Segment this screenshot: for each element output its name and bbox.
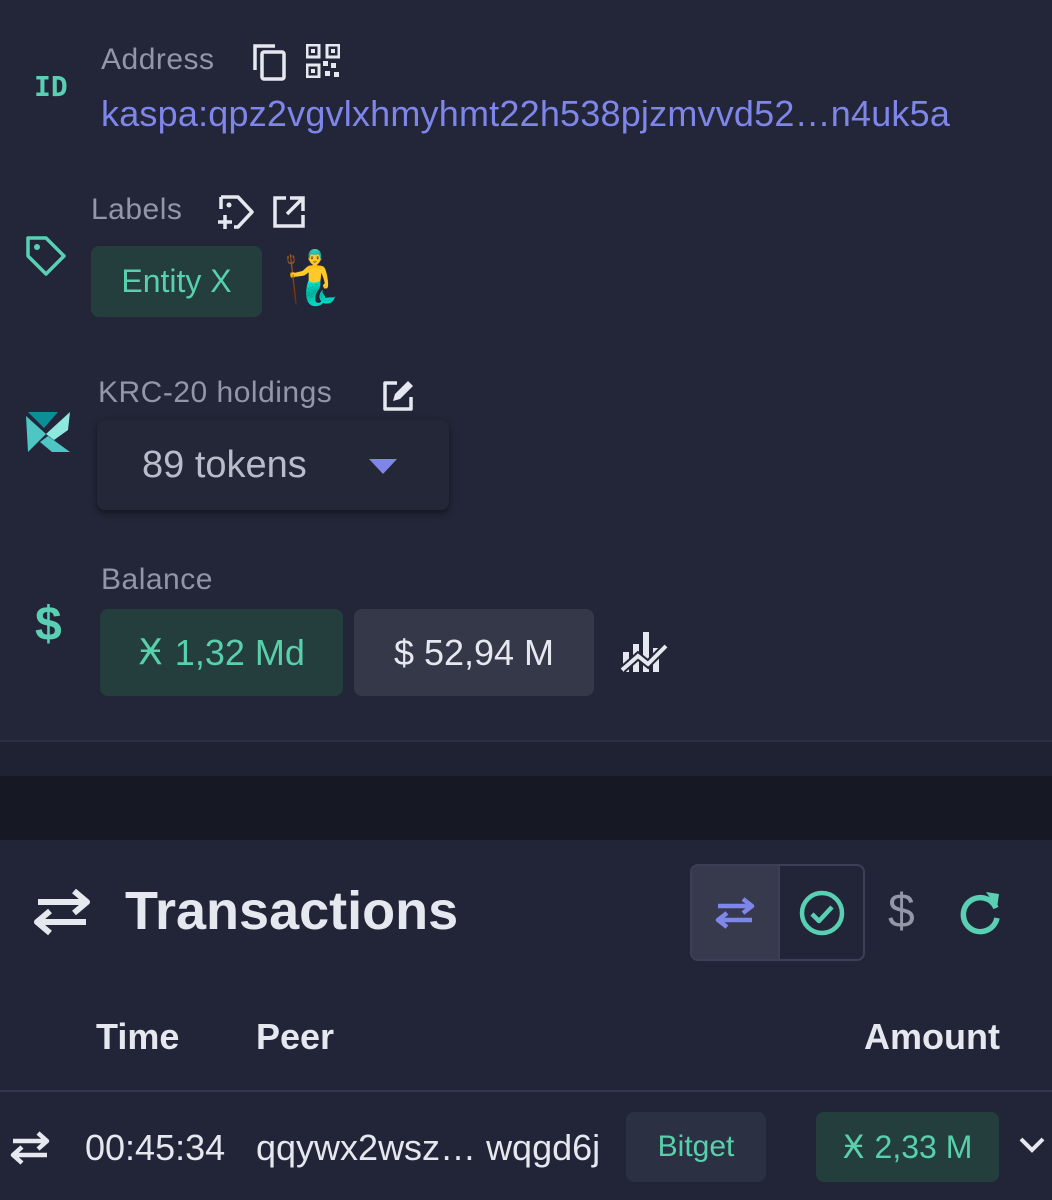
- krc20-tokens-value: 89 tokens: [142, 443, 307, 486]
- balance-usd-value: $ 52,94 M: [393, 631, 555, 673]
- address-value[interactable]: kaspa:qpz2vgvlxhmyhmt22h538pjzmvvd52…n4u…: [101, 93, 950, 135]
- copy-icon[interactable]: [251, 42, 289, 87]
- chevron-down-icon[interactable]: [1018, 1136, 1046, 1159]
- transfer-icon: [715, 896, 755, 929]
- peer-tag-chip[interactable]: Bitget: [626, 1112, 766, 1182]
- section-gap: [0, 776, 1052, 840]
- filter-transfers-button[interactable]: [692, 866, 778, 959]
- row-time: 00:45:34: [85, 1127, 226, 1168]
- open-external-icon[interactable]: [272, 195, 306, 234]
- check-circle-icon: [799, 890, 844, 935]
- currency-toggle-button[interactable]: $: [888, 884, 915, 939]
- row-peer-address[interactable]: qqywx2wsz… wqgd6j: [256, 1127, 600, 1169]
- table-row[interactable]: 00:45:34 qqywx2wsz… wqgd6j Bitget Ӿ 2,33…: [0, 1092, 1052, 1200]
- divider: [0, 740, 1052, 742]
- refresh-icon[interactable]: [956, 888, 1004, 941]
- dollar-icon: $: [35, 598, 62, 651]
- entity-label-text: Entity X: [121, 263, 232, 299]
- qr-code-icon[interactable]: [305, 43, 341, 83]
- peer-tag-text: Bitget: [657, 1130, 735, 1163]
- merman-emoji: 🧜‍♂️: [282, 249, 347, 307]
- caret-down-icon: [369, 459, 397, 480]
- transactions-title: Transactions: [125, 881, 459, 941]
- id-icon: ID: [34, 70, 68, 103]
- transfer-icon: [8, 1130, 52, 1171]
- edit-icon[interactable]: [381, 379, 415, 418]
- transfer-icon: [30, 887, 94, 942]
- labels-label: Labels: [91, 193, 183, 226]
- kas-symbol: Ӿ: [138, 632, 163, 673]
- amount-value: 2,33 M: [874, 1128, 973, 1165]
- balance-kas-value: 1,32 Md: [174, 631, 305, 673]
- entity-label-chip[interactable]: Entity X: [91, 246, 262, 317]
- amount-symbol: Ӿ: [842, 1128, 865, 1166]
- address-label: Address: [101, 43, 215, 76]
- column-time: Time: [96, 1016, 180, 1057]
- balance-kas-chip[interactable]: Ӿ 1,32 Md: [100, 609, 343, 696]
- column-peer: Peer: [256, 1016, 335, 1057]
- add-label-icon[interactable]: [216, 193, 256, 238]
- filter-confirmed-button[interactable]: [778, 866, 863, 959]
- chart-icon[interactable]: [619, 630, 670, 681]
- transaction-filter-toggle: [690, 864, 865, 961]
- krc20-tokens-select[interactable]: 89 tokens: [97, 420, 449, 510]
- krc-logo-icon: [24, 410, 72, 459]
- balance-label: Balance: [101, 563, 213, 596]
- tag-icon: [24, 234, 68, 283]
- balance-usd-chip[interactable]: $ 52,94 M: [354, 609, 594, 696]
- column-amount: Amount: [864, 1016, 1000, 1057]
- krc20-label: KRC-20 holdings: [98, 376, 333, 409]
- amount-chip[interactable]: Ӿ 2,33 M: [816, 1112, 999, 1182]
